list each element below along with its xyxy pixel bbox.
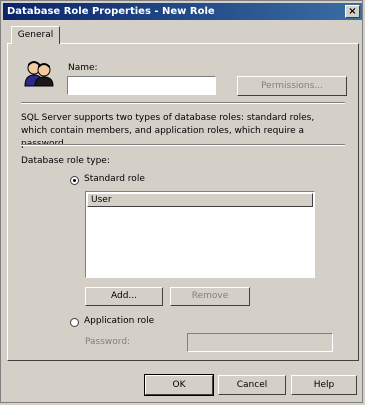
name-input[interactable] [67, 76, 216, 95]
close-button[interactable]: × [345, 5, 360, 18]
remove-button-label: Remove [191, 291, 229, 301]
members-list-header[interactable]: User [87, 193, 313, 207]
separator-middle [21, 144, 345, 146]
password-label: Password: [85, 337, 131, 347]
members-header-label: User [91, 195, 112, 205]
role-users-icon [24, 61, 54, 87]
dialog-window: Database Role Properties - New Role × Ge… [0, 0, 363, 403]
separator-top [21, 102, 345, 104]
tab-general-label: General [17, 30, 54, 40]
role-type-label: Database role type: [21, 156, 110, 166]
members-list[interactable]: User [85, 191, 315, 278]
application-role-label[interactable]: Application role [84, 316, 154, 326]
application-role-radio[interactable] [70, 318, 79, 327]
remove-button[interactable]: Remove [170, 287, 250, 306]
standard-role-label[interactable]: Standard role [84, 174, 145, 184]
cancel-button[interactable]: Cancel [218, 375, 286, 395]
help-button[interactable]: Help [291, 375, 357, 395]
password-input[interactable] [187, 333, 333, 352]
add-button[interactable]: Add... [85, 287, 163, 306]
ok-button[interactable]: OK [144, 374, 214, 396]
ok-button-label: OK [172, 380, 186, 390]
permissions-button[interactable]: Permissions... [237, 76, 347, 96]
name-label: Name: [68, 63, 98, 73]
close-icon: × [348, 6, 357, 17]
window-title: Database Role Properties - New Role [7, 6, 215, 17]
title-bar[interactable]: Database Role Properties - New Role × [3, 3, 362, 20]
add-button-label: Add... [110, 291, 137, 301]
standard-role-radio[interactable] [70, 176, 79, 185]
cancel-button-label: Cancel [236, 380, 268, 390]
help-button-label: Help [313, 380, 335, 390]
tab-general[interactable]: General [11, 26, 60, 44]
permissions-button-label: Permissions... [261, 81, 323, 91]
